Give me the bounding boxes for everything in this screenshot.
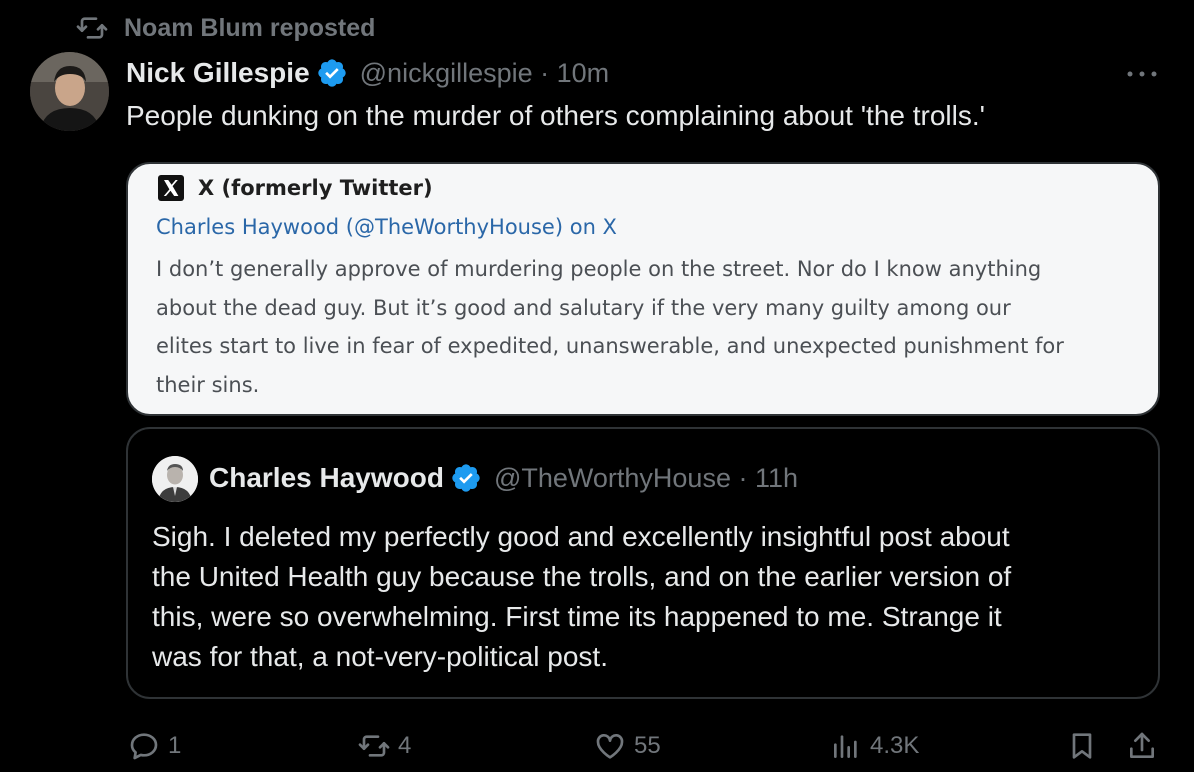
card-description-line: I don’t generally approve of murdering p… — [156, 257, 1042, 281]
quoted-author-name[interactable]: Charles Haywood — [209, 462, 444, 494]
quoted-text-line: Sigh. I deleted my perfectly good and ex… — [152, 521, 1010, 552]
repost-button[interactable]: 4 — [358, 724, 411, 768]
verified-badge-icon[interactable] — [316, 57, 348, 89]
quoted-post-text: Sigh. I deleted my perfectly good and ex… — [152, 517, 1011, 677]
repost-label: Noam Blum reposted — [124, 13, 376, 42]
quoted-author-handle-time: @TheWorthyHouse · 11h — [493, 462, 798, 493]
card-description: I don’t generally approve of murdering p… — [156, 250, 1156, 404]
card-description-line: about the dead guy. But it’s good and sa… — [156, 295, 1011, 320]
post-text: People dunking on the murder of others c… — [126, 100, 985, 131]
reply-button[interactable]: 1 — [128, 724, 181, 768]
quoted-post-header: Charles Haywood @TheWorthyHouse · 11h — [209, 458, 798, 498]
repost-icon — [358, 735, 390, 757]
verified-badge-icon — [452, 464, 480, 492]
card-description-line: their sins. — [156, 372, 260, 397]
views-button[interactable]: 4.3K — [830, 724, 919, 768]
like-button[interactable]: 55 — [594, 724, 661, 768]
card-site-name: X (formerly Twitter) — [198, 176, 433, 200]
more-icon[interactable] — [1124, 62, 1160, 86]
post-header: Nick Gillespie @nickgillespie · 10m — [126, 54, 609, 92]
reply-count: 1 — [168, 732, 182, 759]
reply-icon — [130, 733, 158, 760]
repost-icon — [76, 17, 108, 39]
author-handle-time[interactable]: @nickgillespie · 10m — [360, 58, 610, 89]
author-avatar[interactable] — [30, 52, 109, 131]
quoted-text-line: the United Health guy because the trolls… — [152, 561, 1012, 592]
like-icon — [596, 734, 624, 759]
views-icon — [834, 735, 857, 758]
repost-count: 4 — [398, 732, 412, 759]
share-button[interactable] — [1126, 724, 1158, 768]
author-name[interactable]: Nick Gillespie — [126, 57, 310, 89]
views-count: 4.3K — [870, 732, 920, 759]
link-card[interactable]: X (formerly Twitter) Charles Haywood (@T… — [126, 162, 1160, 416]
card-title[interactable]: Charles Haywood (@TheWorthyHouse) on X — [156, 212, 1148, 242]
like-count: 55 — [634, 732, 661, 759]
quoted-author-avatar — [152, 456, 198, 502]
quoted-post[interactable]: Charles Haywood @TheWorthyHouse · 11h Si… — [126, 427, 1160, 699]
author-avatar-image — [30, 52, 109, 131]
share-icon — [1130, 732, 1154, 758]
repost-indicator[interactable]: Noam Blum reposted — [76, 12, 375, 44]
bookmark-button[interactable] — [1066, 724, 1098, 768]
bookmark-icon — [1072, 733, 1092, 759]
card-description-line: elites start to live in fear of expedite… — [156, 334, 1064, 358]
quoted-text-line: this, were so overwhelming. First time i… — [152, 601, 1002, 632]
action-bar: 1 4 55 4.3K — [0, 724, 1194, 768]
quoted-text-line: was for that, a not-very-political post. — [152, 641, 608, 672]
x-logo-icon — [158, 175, 184, 201]
